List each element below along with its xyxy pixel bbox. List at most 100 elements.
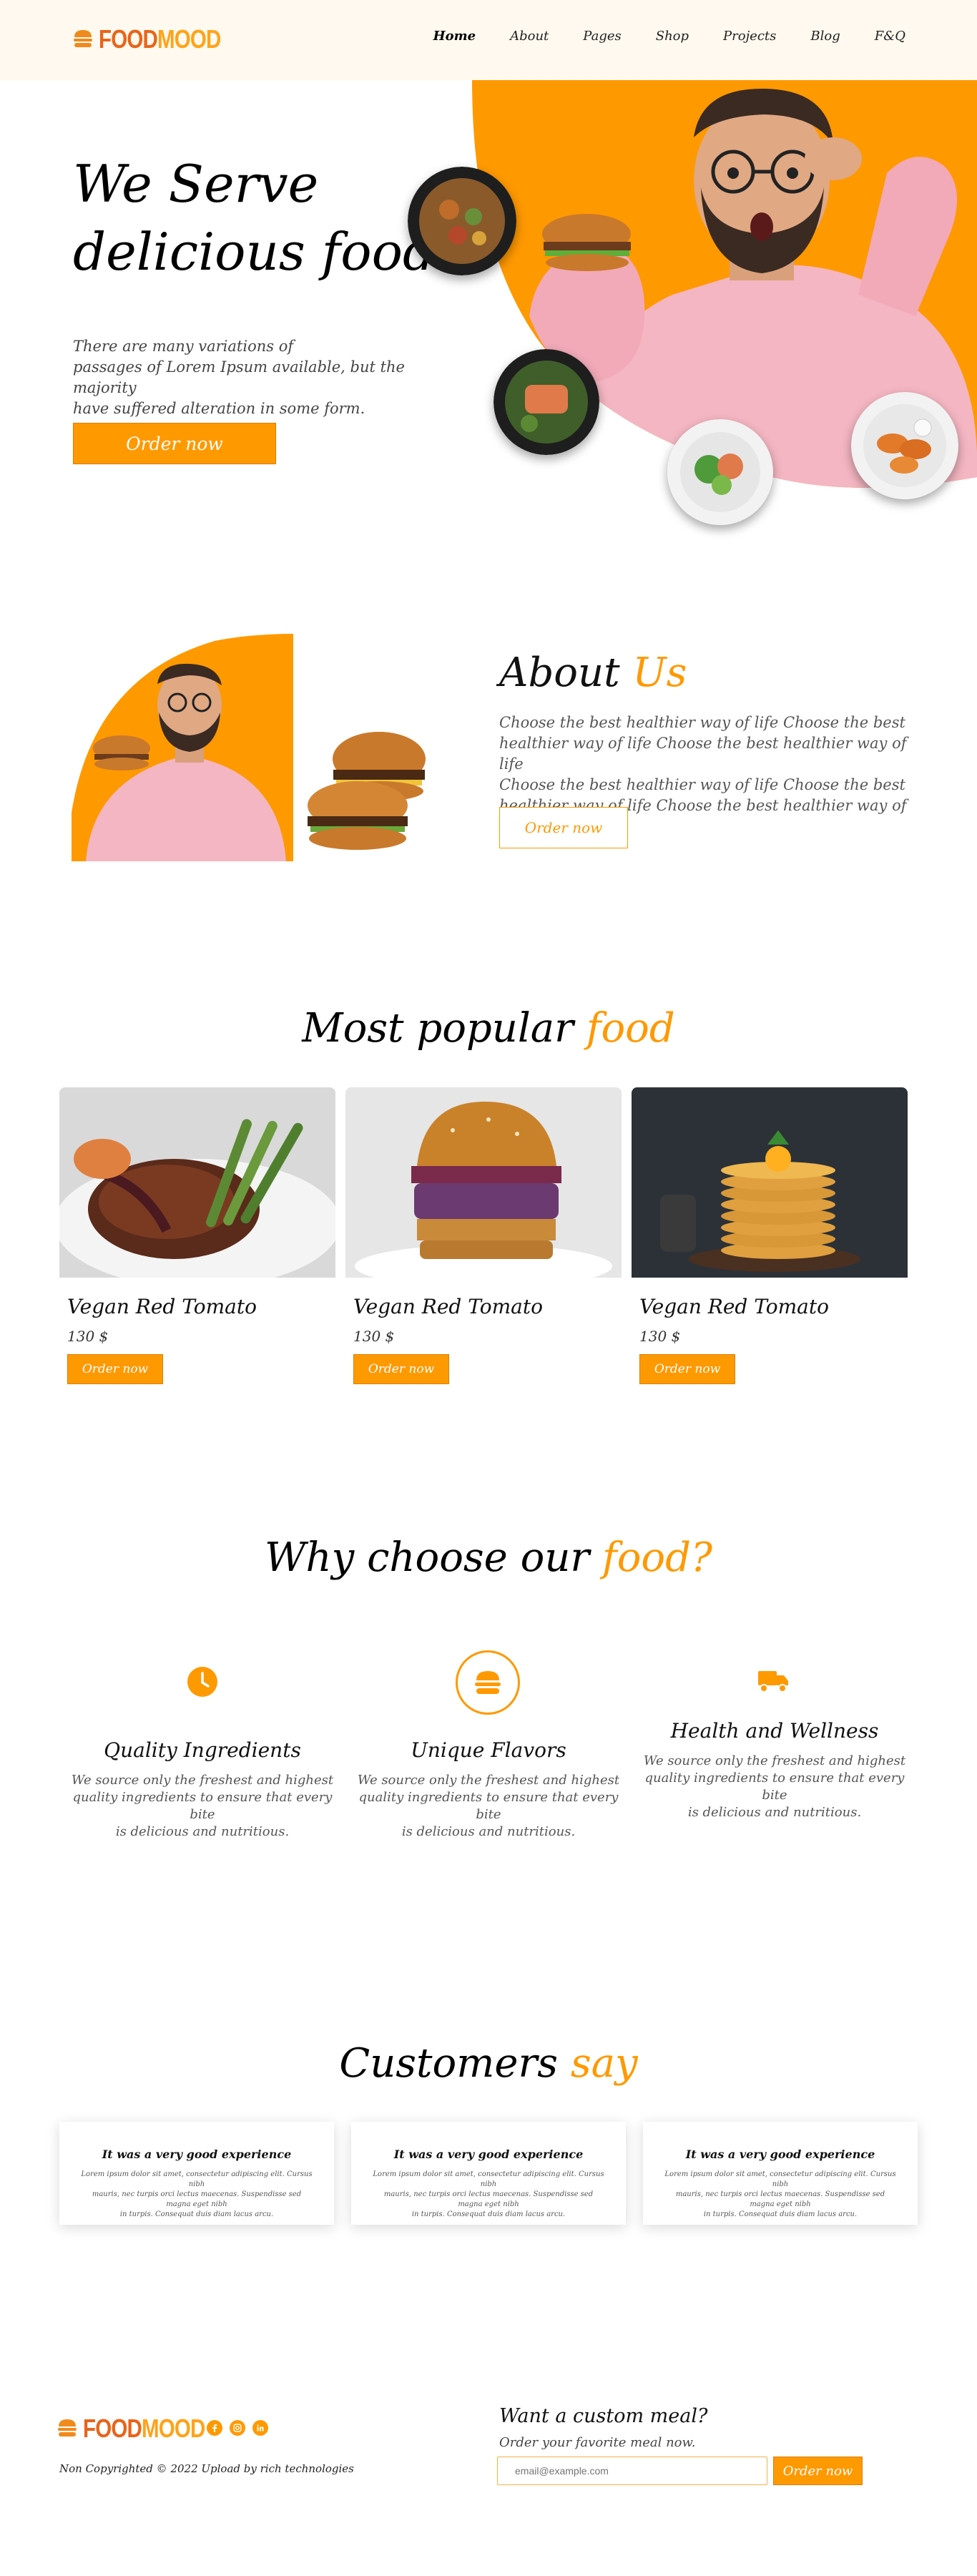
testimonial-text: Lorem ipsum dolor sit amet, consectetur … xyxy=(81,2170,313,2220)
nav-faq[interactable]: F&Q xyxy=(875,29,905,44)
nav-home[interactable]: Home xyxy=(433,29,476,44)
burger-icon xyxy=(475,1671,501,1694)
hero-title-line-1: We Serve xyxy=(73,154,319,214)
food-card-title: Vegan Red Tomato xyxy=(639,1295,829,1318)
feature-title: Unique Flavors xyxy=(411,1738,566,1762)
hero-description: There are many variations of passages of… xyxy=(73,336,459,419)
food-plate-salad xyxy=(667,419,773,525)
nav-about[interactable]: About xyxy=(510,29,549,44)
social-links xyxy=(207,2420,268,2436)
about-title-a: About xyxy=(499,650,620,696)
burger-icon xyxy=(58,2419,77,2437)
food-card-order-button[interactable]: Order now xyxy=(639,1354,735,1384)
about-line: Choose the best healthier way of life Ch… xyxy=(499,714,905,731)
food-card-order-button[interactable]: Order now xyxy=(67,1354,163,1384)
food-card-price: 130 $ xyxy=(67,1328,109,1345)
popular-title-a: Most popular xyxy=(302,1005,574,1052)
clock-icon xyxy=(187,1667,217,1697)
feature-desc-line: We source only the freshest and highest xyxy=(643,1753,906,1768)
logo-text: FOODMOOD xyxy=(83,2414,205,2444)
testimonials-title: Customers say xyxy=(0,2040,977,2087)
site-header: FOODMOOD Home About Pages Shop Projects … xyxy=(0,0,977,80)
food-card-price: 130 $ xyxy=(639,1328,681,1345)
popular-title-b: food xyxy=(586,1005,675,1052)
hero-title-line-2: delicious food xyxy=(73,222,436,282)
testimonial-line: Lorem ipsum dolor sit amet, consectetur … xyxy=(664,2170,896,2188)
feature-desc: We source only the freshest and highest … xyxy=(639,1753,910,1821)
about-title: About Us xyxy=(499,650,687,696)
main-nav: Home About Pages Shop Projects Blog F&Q xyxy=(433,29,905,44)
facebook-icon[interactable] xyxy=(207,2420,222,2436)
testimonial-card: It was a very good experience Lorem ipsu… xyxy=(351,2122,626,2225)
food-card-image-pancakes xyxy=(632,1087,908,1278)
why-title: Why choose our food? xyxy=(0,1534,977,1581)
testimonials-title-b: say xyxy=(570,2040,638,2087)
hero-desc-line: have suffered alteration in some form. xyxy=(73,400,365,417)
popular-title: Most popular food xyxy=(0,1005,977,1052)
email-input[interactable] xyxy=(497,2457,767,2485)
feature-desc-line: We source only the freshest and highest xyxy=(71,1773,334,1788)
nav-shop[interactable]: Shop xyxy=(656,29,689,44)
food-plate-grain-bowl xyxy=(408,167,516,275)
feature-title: Health and Wellness xyxy=(670,1719,879,1743)
nav-blog[interactable]: Blog xyxy=(810,29,840,44)
about-order-button[interactable]: Order now xyxy=(499,807,628,848)
burger-icon xyxy=(74,30,92,47)
why-title-b: food? xyxy=(602,1534,712,1581)
testimonial-card: It was a very good experience Lorem ipsu… xyxy=(643,2122,918,2225)
hero-title: We Serve delicious food xyxy=(73,150,436,286)
feature-title: Quality Ingredients xyxy=(104,1738,301,1762)
feature-flavors: Unique Flavors We source only the freshe… xyxy=(353,1738,624,1841)
linkedin-icon[interactable] xyxy=(252,2420,268,2436)
food-card-order-button[interactable]: Order now xyxy=(353,1354,449,1384)
footer-order-button[interactable]: Order now xyxy=(773,2457,863,2485)
testimonial-line: mauris, nec turpis orci lectus maecenas.… xyxy=(383,2190,594,2208)
food-card-image-burger xyxy=(345,1087,622,1278)
instagram-icon[interactable] xyxy=(230,2420,245,2436)
hero-desc-line: There are many variations of xyxy=(73,338,294,355)
feature-desc-line: quality ingredients to ensure that every… xyxy=(644,1771,905,1803)
food-plate-salmon xyxy=(494,349,599,455)
hero-order-button[interactable]: Order now xyxy=(73,423,276,464)
footer-logo[interactable]: FOODMOOD xyxy=(57,2414,232,2444)
logo-text: FOODMOOD xyxy=(99,24,221,54)
custom-meal-subtitle: Order your favorite meal now. xyxy=(499,2435,696,2450)
feature-icon-wrap xyxy=(456,1650,520,1715)
food-card-price: 130 $ xyxy=(353,1328,395,1345)
testimonial-line: in turpis. Consequat duis diam lacus arc… xyxy=(411,2210,566,2218)
feature-icon-wrap xyxy=(757,1668,791,1694)
feature-desc-line: is delicious and nutritious. xyxy=(401,1824,576,1839)
testimonial-line: mauris, nec turpis orci lectus maecenas.… xyxy=(92,2190,302,2208)
about-line: healthier way of life Choose the best he… xyxy=(499,735,907,773)
testimonials-title-a: Customers xyxy=(339,2040,559,2087)
food-card-title: Vegan Red Tomato xyxy=(353,1295,543,1318)
testimonial-line: Lorem ipsum dolor sit amet, consectetur … xyxy=(81,2170,313,2188)
testimonial-line: in turpis. Consequat duis diam lacus arc… xyxy=(119,2210,274,2218)
custom-meal-title: Want a custom meal? xyxy=(499,2405,708,2427)
testimonial-title: It was a very good experience xyxy=(102,2148,292,2161)
about-illustration xyxy=(72,634,426,861)
nav-projects[interactable]: Projects xyxy=(723,29,776,44)
food-card-image-steak xyxy=(59,1087,335,1278)
logo[interactable]: FOODMOOD xyxy=(73,24,247,54)
testimonial-title: It was a very good experience xyxy=(393,2148,584,2161)
testimonial-line: in turpis. Consequat duis diam lacus arc… xyxy=(703,2210,858,2218)
feature-desc: We source only the freshest and highest … xyxy=(67,1772,338,1841)
food-plate-chicken-wings xyxy=(851,392,958,499)
about-title-b: Us xyxy=(632,650,687,696)
testimonial-text: Lorem ipsum dolor sit amet, consectetur … xyxy=(664,2170,896,2220)
feature-desc-line: quality ingredients to ensure that every… xyxy=(72,1790,333,1822)
hero-desc-line: passages of Lorem Ipsum available, but t… xyxy=(73,358,405,396)
testimonial-line: mauris, nec turpis orci lectus maecenas.… xyxy=(675,2190,885,2208)
logo-word-food: FOOD xyxy=(83,2414,142,2443)
why-title-a: Why choose our xyxy=(265,1534,590,1581)
feature-desc-line: is delicious and nutritious. xyxy=(115,1824,290,1839)
nav-pages[interactable]: Pages xyxy=(583,29,621,44)
logo-word-food: FOOD xyxy=(99,24,158,54)
logo-word-mood: MOOD xyxy=(142,2414,205,2443)
feature-health: Health and Wellness We source only the f… xyxy=(639,1719,910,1821)
about-line: Choose the best healthier way of life Ch… xyxy=(499,776,905,793)
testimonial-line: Lorem ipsum dolor sit amet, consectetur … xyxy=(373,2170,604,2188)
truck-icon xyxy=(758,1671,788,1693)
feature-quality: Quality Ingredients We source only the f… xyxy=(67,1738,338,1841)
